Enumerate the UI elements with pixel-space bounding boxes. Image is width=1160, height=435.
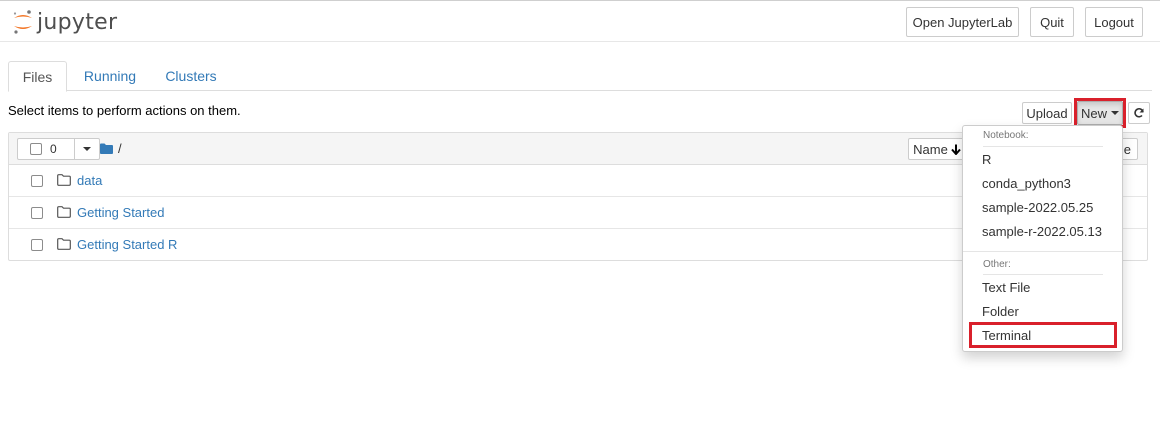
header: jupyter Open JupyterLab Quit Logout <box>0 0 1160 42</box>
jupyter-file-browser: jupyter Open JupyterLab Quit Logout File… <box>0 0 1160 435</box>
item-checkbox[interactable] <box>31 175 43 187</box>
upload-button[interactable]: Upload <box>1022 102 1072 124</box>
select-all-checkbox-area[interactable]: 0 <box>18 139 75 159</box>
other-section-header: Other: <box>983 259 1011 270</box>
folder-icon <box>100 143 113 154</box>
menu-divider <box>963 251 1122 252</box>
jupyter-logo-icon <box>13 10 32 34</box>
folder-outline-icon <box>57 238 71 250</box>
jupyter-logo[interactable]: jupyter <box>12 7 117 37</box>
menu-item-conda-python3[interactable]: conda_python3 <box>982 176 1071 191</box>
selected-count: 0 <box>50 142 57 156</box>
refresh-icon <box>1134 108 1144 118</box>
tab-bar: Files Running Clusters <box>8 61 1152 92</box>
refresh-button[interactable] <box>1128 102 1150 124</box>
caret-down-icon <box>1111 111 1119 115</box>
logo-text: jupyter <box>37 9 118 35</box>
folder-outline-icon <box>57 174 71 186</box>
arrow-down-icon <box>951 144 961 155</box>
selection-dropdown[interactable] <box>75 139 99 159</box>
menu-divider <box>983 274 1103 275</box>
sort-by-name-label: Name <box>913 141 948 157</box>
sort-by-name-button[interactable]: Name <box>908 138 966 160</box>
notebook-section-header: Notebook: <box>983 130 1029 141</box>
new-button-label: New <box>1080 105 1107 121</box>
folder-outline-icon <box>57 206 71 218</box>
menu-item-sample-r-2022-05-13[interactable]: sample-r-2022.05.13 <box>982 224 1102 239</box>
selection-hint: Select items to perform actions on them. <box>8 103 241 118</box>
logout-button[interactable]: Logout <box>1085 7 1143 37</box>
item-checkbox[interactable] <box>31 239 43 251</box>
menu-item-r[interactable]: R <box>982 152 991 167</box>
item-checkbox[interactable] <box>31 207 43 219</box>
menu-divider <box>983 146 1103 147</box>
tab-clusters[interactable]: Clusters <box>155 61 227 91</box>
new-button[interactable]: New <box>1077 101 1123 125</box>
item-link[interactable]: data <box>77 173 102 188</box>
select-all-checkbox[interactable] <box>30 143 42 155</box>
caret-down-icon <box>83 147 91 151</box>
tab-running[interactable]: Running <box>75 61 145 91</box>
tab-files[interactable]: Files <box>8 61 67 92</box>
breadcrumb[interactable]: / <box>100 141 122 156</box>
item-link[interactable]: Getting Started R <box>77 237 177 252</box>
menu-item-terminal[interactable]: Terminal <box>982 328 1031 343</box>
open-jupyterlab-button[interactable]: Open JupyterLab <box>906 7 1019 37</box>
menu-item-folder[interactable]: Folder <box>982 304 1019 319</box>
new-dropdown-menu: Notebook: R conda_python3 sample-2022.05… <box>962 125 1123 352</box>
breadcrumb-root[interactable]: / <box>118 141 122 156</box>
select-all-control[interactable]: 0 <box>17 138 100 160</box>
menu-item-text-file[interactable]: Text File <box>982 280 1030 295</box>
item-link[interactable]: Getting Started <box>77 205 164 220</box>
quit-button[interactable]: Quit <box>1030 7 1074 37</box>
menu-item-sample-2022-05-25[interactable]: sample-2022.05.25 <box>982 200 1093 215</box>
